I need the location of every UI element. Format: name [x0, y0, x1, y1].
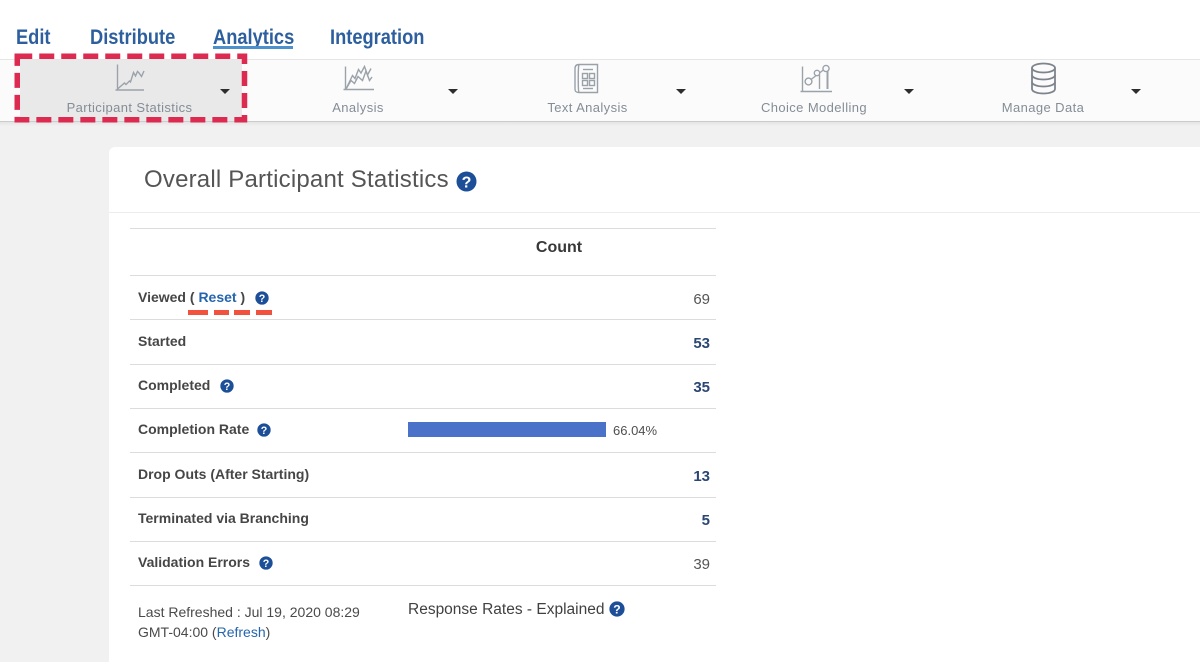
svg-text:?: ?: [263, 558, 270, 570]
svg-text:?: ?: [613, 602, 620, 616]
svg-text:?: ?: [258, 293, 265, 305]
svg-text:?: ?: [261, 425, 268, 437]
svg-text:?: ?: [224, 381, 231, 393]
svg-text:?: ?: [462, 174, 472, 191]
